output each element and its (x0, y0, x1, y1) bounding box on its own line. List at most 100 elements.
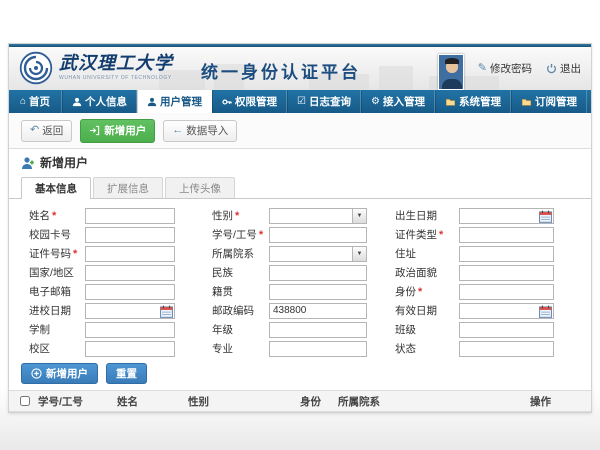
nav-item-log-query[interactable]: ☑ 日志查询 (287, 90, 361, 113)
grade-input[interactable] (269, 322, 367, 338)
nav-item-label: 订阅管理 (535, 94, 577, 109)
form-row: 电子邮箱 籍贯 身份* (9, 282, 591, 301)
col-identity: 身份 (300, 394, 338, 409)
plus-circle-icon (31, 368, 42, 379)
calendar-icon (539, 305, 552, 318)
tab-upload-avatar[interactable]: 上传头像 (165, 177, 235, 198)
add-user-toolbar-button[interactable]: 新增用户 (80, 119, 155, 143)
nav-item-system-management[interactable]: 系统管理 (435, 90, 511, 113)
field-label: 邮政编码 (212, 305, 254, 317)
class-input[interactable] (459, 322, 554, 338)
field-label: 出生日期 (395, 210, 437, 222)
address-input[interactable] (459, 246, 554, 262)
data-import-button[interactable]: ← 数据导入 (163, 120, 237, 142)
tab-extended-info[interactable]: 扩展信息 (93, 177, 163, 198)
education-length-input[interactable] (85, 322, 175, 338)
nav-item-subscription-management[interactable]: 订阅管理 (511, 90, 587, 113)
nav-item-permission-management[interactable]: 权限管理 (212, 90, 287, 113)
form-row: 证件号码* 所属院系 ▼ 住址 (9, 244, 591, 263)
nav-item-label: 系统管理 (459, 94, 501, 109)
main-nav: ⌂ 首页 个人信息 用户管理 权限管理 ☑ 日志查询 ⚙ 接入管理 (9, 90, 591, 113)
nav-item-access-management[interactable]: ⚙ 接入管理 (361, 90, 435, 113)
required-marker: * (52, 210, 56, 222)
enter-icon (89, 125, 100, 136)
required-marker: * (259, 229, 263, 241)
field-student-id: 学号/工号* (212, 227, 367, 243)
field-valid-date: 有效日期 (395, 303, 554, 319)
university-name-en: WUHAN UNIVERSITY OF TECHNOLOGY (59, 75, 173, 81)
person-icon (147, 97, 157, 107)
department-select[interactable]: ▼ (269, 246, 367, 262)
field-label: 身份 (395, 286, 416, 298)
logout-link[interactable]: 退出 (546, 61, 581, 76)
valid-date-input[interactable] (459, 303, 554, 319)
nav-item-label: 首页 (29, 94, 50, 109)
student-id-input[interactable] (269, 227, 367, 243)
table-header: 学号/工号 姓名 性别 身份 所属院系 操作 (9, 390, 591, 412)
field-label: 国家/地区 (29, 267, 74, 279)
field-status: 状态 (395, 341, 554, 357)
campus-card-input[interactable] (85, 227, 175, 243)
political-status-input[interactable] (459, 265, 554, 281)
required-marker: * (235, 210, 239, 222)
postal-code-input[interactable] (269, 303, 367, 319)
col-gender: 性别 (188, 394, 300, 409)
name-input[interactable] (85, 208, 175, 224)
field-native-place: 籍贯 (212, 284, 367, 300)
form-row: 学制 年级 班级 (9, 320, 591, 339)
native-place-input[interactable] (269, 284, 367, 300)
identity-input[interactable] (459, 284, 554, 300)
form-actions: 新增用户 重置 (9, 360, 591, 386)
field-id-number: 证件号码* (29, 246, 175, 262)
email-input[interactable] (85, 284, 175, 300)
field-label: 证件类型 (395, 229, 437, 241)
app-window: 武汉理工大学 WUHAN UNIVERSITY OF TECHNOLOGY 统一… (8, 43, 592, 413)
select-all-checkbox[interactable] (20, 396, 30, 406)
nav-item-user-management[interactable]: 用户管理 (137, 90, 212, 113)
form-row: 进校日期 邮政编码 有效日期 (9, 301, 591, 320)
avatar[interactable] (438, 54, 464, 90)
field-label: 学制 (29, 324, 50, 336)
reset-button[interactable]: 重置 (106, 363, 147, 384)
back-label: 返回 (42, 123, 63, 138)
table-body-empty (9, 412, 591, 422)
building-silhouette (379, 66, 413, 90)
field-address: 住址 (395, 246, 554, 262)
id-number-input[interactable] (85, 246, 175, 262)
change-password-link[interactable]: ✎ 修改密码 (478, 61, 532, 76)
field-label: 证件号码 (29, 248, 71, 260)
field-label: 电子邮箱 (29, 286, 71, 298)
field-enrollment-date: 进校日期 (29, 303, 175, 319)
field-political-status: 政治面貌 (395, 265, 554, 281)
major-input[interactable] (269, 341, 367, 357)
tab-basic-info[interactable]: 基本信息 (21, 177, 91, 199)
field-label: 专业 (212, 343, 233, 355)
field-department: 所属院系 ▼ (212, 246, 367, 262)
field-id-type: 证件类型* (395, 227, 554, 243)
import-arrow-icon: ← (172, 125, 183, 136)
country-region-input[interactable] (85, 265, 175, 281)
field-label: 性别 (212, 210, 233, 222)
change-password-label: 修改密码 (490, 61, 532, 76)
back-button[interactable]: ↶ 返回 (21, 120, 72, 142)
enrollment-date-input[interactable] (85, 303, 175, 319)
birth-date-input[interactable] (459, 208, 554, 224)
field-label: 学号/工号 (212, 229, 257, 241)
form-row: 国家/地区 民族 政治面貌 (9, 263, 591, 282)
campus-input[interactable] (85, 341, 175, 357)
nav-item-personal-info[interactable]: 个人信息 (62, 90, 137, 113)
ethnicity-input[interactable] (269, 265, 367, 281)
field-label: 校园卡号 (29, 229, 71, 241)
nav-item-label: 个人信息 (85, 94, 127, 109)
col-student-id: 学号/工号 (38, 394, 117, 409)
status-input[interactable] (459, 341, 554, 357)
nav-item-label: 权限管理 (235, 94, 277, 109)
chevron-down-icon[interactable]: ▼ (352, 247, 366, 261)
gender-select[interactable]: ▼ (269, 208, 367, 224)
id-type-input[interactable] (459, 227, 554, 243)
nav-item-home[interactable]: ⌂ 首页 (9, 90, 62, 113)
form-row: 校园卡号 学号/工号* 证件类型* (9, 225, 591, 244)
add-user-submit-button[interactable]: 新增用户 (21, 363, 98, 384)
pencil-icon: ✎ (478, 63, 487, 74)
chevron-down-icon[interactable]: ▼ (352, 209, 366, 223)
